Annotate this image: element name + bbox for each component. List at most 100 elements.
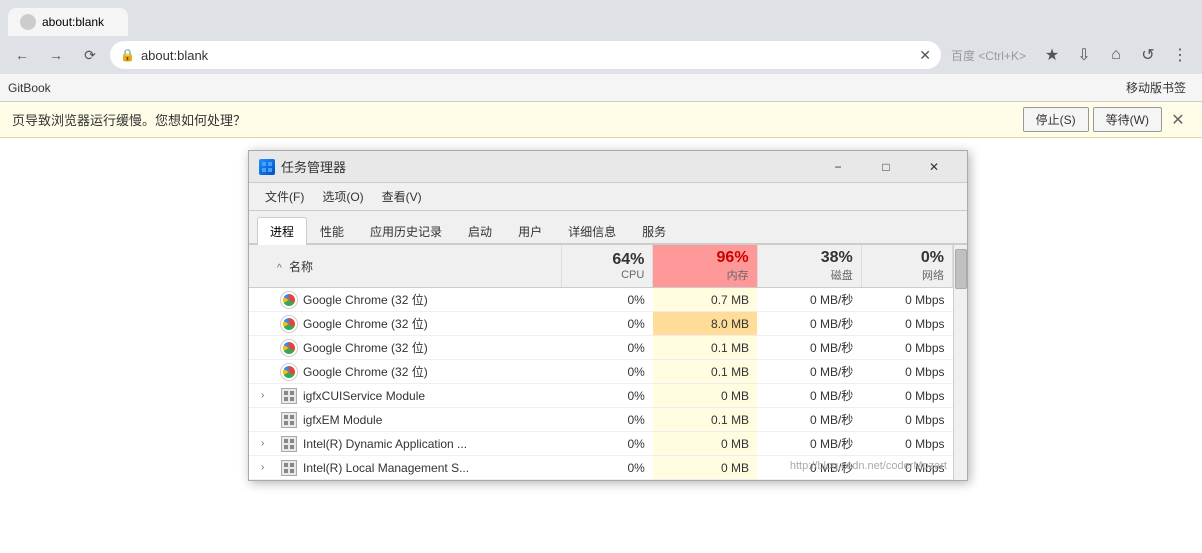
tab-app-history[interactable]: 应用历史记录	[357, 217, 455, 245]
process-name: igfxCUIService Module	[303, 389, 425, 403]
notification-bar: 页导致浏览器运行缓慢。您想如何处理？ 停止(S) 等待(W) ✕	[0, 102, 1202, 138]
download-button[interactable]: ⇩	[1070, 41, 1098, 69]
tab-process[interactable]: 进程	[257, 217, 307, 245]
table-row[interactable]: ›Intel(R) Local Management S...0%0 MB0 M…	[249, 456, 953, 480]
process-name: Intel(R) Dynamic Application ...	[303, 437, 467, 451]
mobile-bookmark-label[interactable]: 移动版书签	[1118, 77, 1194, 98]
cell-cpu: 0%	[562, 432, 653, 456]
bookmark-star-button[interactable]: ★	[1038, 41, 1066, 69]
disk-label: 磁盘	[766, 267, 853, 283]
table-row[interactable]: igfxEM Module0%0.1 MB0 MB/秒0 Mbps	[249, 408, 953, 432]
window-menubar: 文件(F) 选项(O) 查看(V)	[249, 183, 967, 211]
forward-button[interactable]: →	[42, 41, 70, 69]
tab-startup[interactable]: 启动	[455, 217, 505, 245]
col-header-cpu[interactable]: 64% CPU	[562, 245, 653, 288]
cell-disk: 0 MB/秒	[757, 456, 861, 480]
cell-cpu: 0%	[562, 408, 653, 432]
col-header-net[interactable]: 0% 网络	[861, 245, 952, 288]
sort-arrow: ^	[277, 263, 282, 274]
table-row[interactable]: Google Chrome (32 位)0%0.1 MB0 MB/秒0 Mbps	[249, 360, 953, 384]
browser-tab[interactable]: about:blank	[8, 8, 128, 36]
cell-net: 0 Mbps	[861, 384, 952, 408]
stop-button[interactable]: 停止(S)	[1023, 107, 1089, 132]
cell-cpu: 0%	[562, 360, 653, 384]
col-header-name[interactable]: ^ 名称	[249, 245, 562, 288]
cell-mem: 8.0 MB	[653, 312, 757, 336]
cpu-label: CPU	[570, 269, 644, 281]
scrollbar-track[interactable]	[953, 245, 967, 480]
tab-title: about:blank	[42, 15, 104, 29]
table-row[interactable]: ›Intel(R) Dynamic Application ...0%0 MB0…	[249, 432, 953, 456]
app-icon	[281, 460, 297, 476]
minimize-button[interactable]: −	[815, 154, 861, 180]
cell-mem: 0 MB	[653, 432, 757, 456]
process-name: Google Chrome (32 位)	[303, 339, 428, 356]
expand-arrow[interactable]: ›	[261, 438, 275, 449]
notification-close-button[interactable]: ✕	[1166, 108, 1190, 132]
security-icon: 🔒	[120, 48, 135, 62]
cell-net: 0 Mbps	[861, 432, 952, 456]
cell-net: 0 Mbps	[861, 360, 952, 384]
refresh-button[interactable]: ⟳	[76, 41, 104, 69]
task-table-body: Google Chrome (32 位)0%0.7 MB0 MB/秒0 Mbps…	[249, 288, 953, 480]
history-back-button[interactable]: ↺	[1134, 41, 1162, 69]
tab-performance[interactable]: 性能	[307, 217, 357, 245]
mem-label: 内存	[661, 267, 748, 283]
table-row[interactable]: ›igfxCUIService Module0%0 MB0 MB/秒0 Mbps	[249, 384, 953, 408]
col-header-disk[interactable]: 38% 磁盘	[757, 245, 861, 288]
window-app-icon	[259, 159, 275, 175]
scrollbar-thumb[interactable]	[955, 249, 967, 289]
cell-mem: 0.1 MB	[653, 336, 757, 360]
menu-view[interactable]: 查看(V)	[374, 185, 430, 208]
home-button[interactable]: ⌂	[1102, 41, 1130, 69]
cpu-percent: 64%	[570, 251, 644, 269]
cell-name: › igfxCUIService Module	[249, 384, 562, 408]
maximize-button[interactable]: □	[863, 154, 909, 180]
disk-percent: 38%	[766, 249, 853, 267]
close-button[interactable]: ✕	[911, 154, 957, 180]
chrome-icon	[281, 340, 297, 356]
tab-users[interactable]: 用户	[505, 217, 555, 245]
table-row[interactable]: Google Chrome (32 位)0%8.0 MB0 MB/秒0 Mbps	[249, 312, 953, 336]
address-box[interactable]: 🔒 about:blank ✕	[110, 41, 941, 69]
bookmark-item-gitbook[interactable]: GitBook	[8, 81, 51, 95]
window-controls: − □ ✕	[815, 154, 957, 180]
wait-button[interactable]: 等待(W)	[1093, 107, 1162, 132]
cell-disk: 0 MB/秒	[757, 432, 861, 456]
cell-cpu: 0%	[562, 288, 653, 312]
cell-net: 0 Mbps	[861, 288, 952, 312]
tab-details[interactable]: 详细信息	[555, 217, 629, 245]
cell-mem: 0.7 MB	[653, 288, 757, 312]
app-icon	[281, 388, 297, 404]
cell-disk: 0 MB/秒	[757, 360, 861, 384]
tab-services[interactable]: 服务	[629, 217, 679, 245]
table-container: ^ 名称 64% CPU 96% 内存 38%	[249, 245, 967, 480]
cell-net: 0 Mbps	[861, 456, 952, 480]
cell-mem: 0 MB	[653, 456, 757, 480]
menu-options[interactable]: 选项(O)	[314, 185, 371, 208]
menu-file[interactable]: 文件(F)	[257, 185, 312, 208]
cell-net: 0 Mbps	[861, 336, 952, 360]
bookmark-bar: GitBook 移动版书签	[0, 74, 1202, 102]
cell-mem: 0 MB	[653, 384, 757, 408]
cell-disk: 0 MB/秒	[757, 408, 861, 432]
cell-mem: 0.1 MB	[653, 408, 757, 432]
col-header-mem[interactable]: 96% 内存	[653, 245, 757, 288]
cell-name: Google Chrome (32 位)	[249, 336, 562, 360]
table-row[interactable]: Google Chrome (32 位)0%0.1 MB0 MB/秒0 Mbps	[249, 336, 953, 360]
cell-cpu: 0%	[562, 312, 653, 336]
expand-arrow[interactable]: ›	[261, 390, 275, 401]
back-button[interactable]: ←	[8, 41, 36, 69]
process-name: Google Chrome (32 位)	[303, 315, 428, 332]
process-name: igfxEM Module	[303, 413, 382, 427]
chrome-icon	[281, 316, 297, 332]
window-titlebar[interactable]: 任务管理器 − □ ✕	[249, 151, 967, 183]
app-icon	[281, 412, 297, 428]
expand-arrow[interactable]: ›	[261, 462, 275, 473]
notification-buttons: 停止(S) 等待(W) ✕	[1023, 107, 1190, 132]
notification-text: 页导致浏览器运行缓慢。您想如何处理？	[12, 110, 1023, 129]
page-content: 任务管理器 − □ ✕ 文件(F) 选项(O) 查看(V) 进程 性能 应用历史…	[0, 138, 1202, 553]
table-row[interactable]: Google Chrome (32 位)0%0.7 MB0 MB/秒0 Mbps	[249, 288, 953, 312]
menu-button[interactable]: ⋮	[1166, 41, 1194, 69]
cell-disk: 0 MB/秒	[757, 336, 861, 360]
